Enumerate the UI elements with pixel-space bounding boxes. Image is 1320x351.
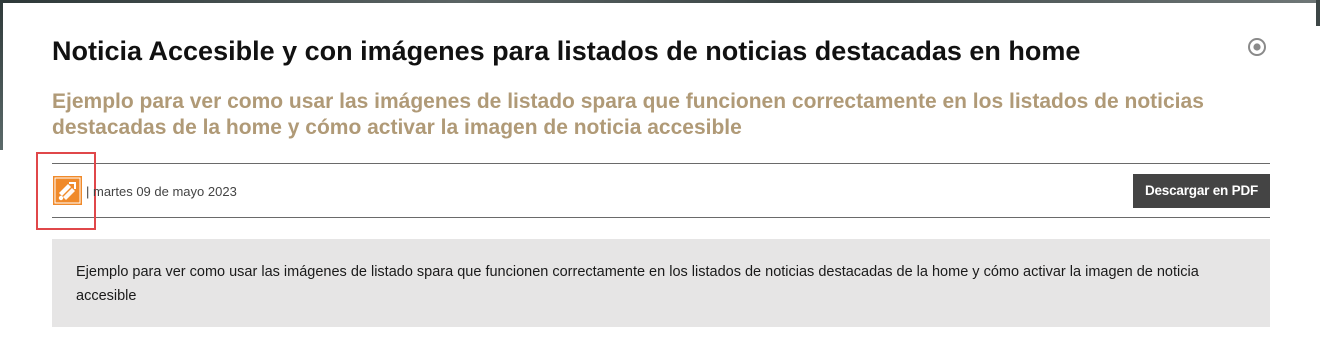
article-summary: Ejemplo para ver como usar las imágenes … [76,264,1199,304]
article-summary-box: Ejemplo para ver como usar las imágenes … [52,239,1270,327]
top-image-edge [0,0,1320,3]
article-page: Noticia Accesible y con imágenes para li… [0,0,1320,351]
radio-target-icon[interactable] [1247,37,1267,57]
right-image-edge [1316,0,1320,26]
download-pdf-button[interactable]: Descargar en PDF [1133,174,1270,208]
accessible-news-icon [53,176,82,205]
article-title: Noticia Accesible y con imágenes para li… [52,36,1081,66]
left-image-edge [0,0,3,150]
article-date: | martes 09 de mayo 2023 [86,184,237,199]
article-subtitle: Ejemplo para ver como usar las imágenes … [52,90,1204,139]
